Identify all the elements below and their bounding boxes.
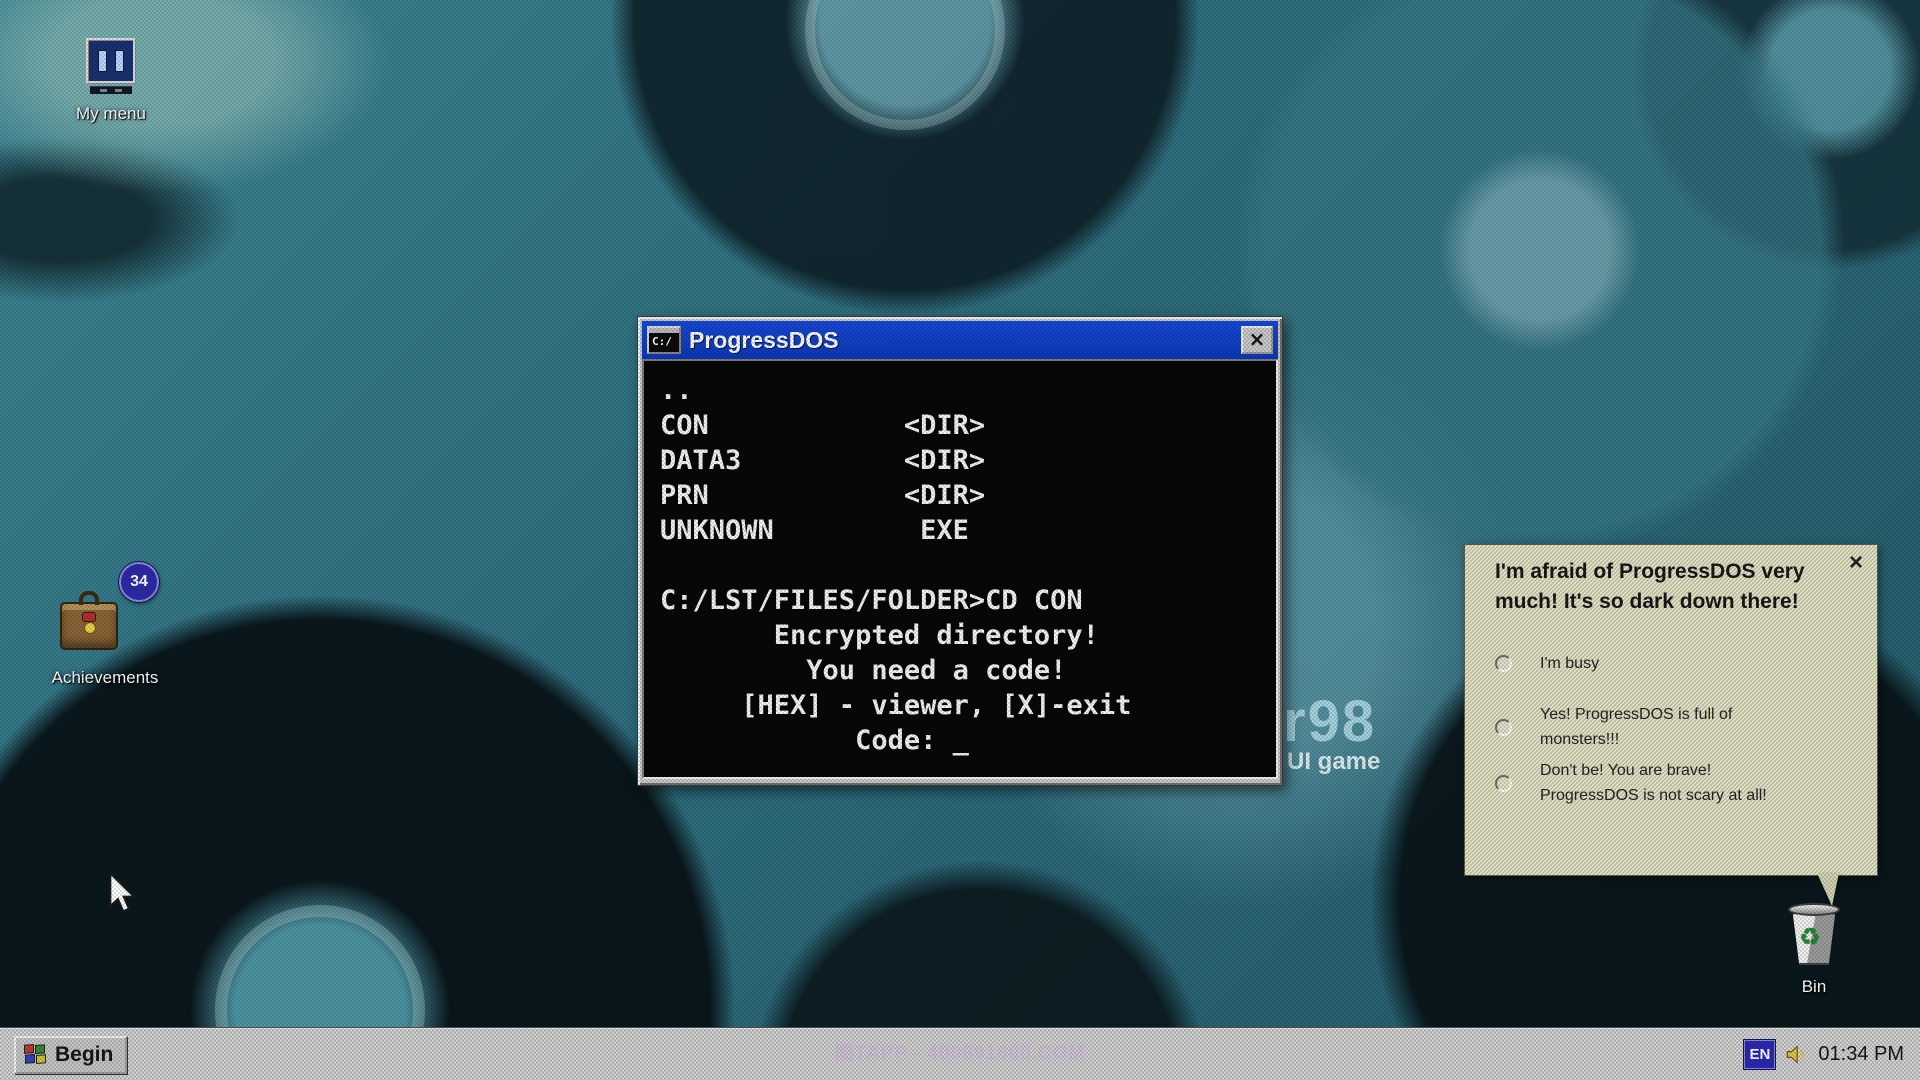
wallpaper-watermark-small: UI game bbox=[1287, 748, 1380, 776]
taskbar: Begin 图TAPP - 400891800.COM EN 01:34 PM bbox=[0, 1028, 1920, 1080]
recycle-icon: ♻ bbox=[1799, 923, 1821, 951]
radio-button[interactable] bbox=[1495, 655, 1512, 672]
cd-ring-decoration bbox=[805, 0, 1005, 130]
speaker-icon[interactable] bbox=[1785, 1045, 1808, 1064]
wallpaper-watermark-large: r98 bbox=[1283, 688, 1376, 755]
mouse-cursor bbox=[108, 872, 138, 919]
window-title: ProgressDOS bbox=[689, 327, 1233, 354]
desktop-icon-label: My menu bbox=[76, 104, 146, 124]
briefcase-icon bbox=[60, 602, 118, 650]
my-menu-icon-reflection bbox=[90, 86, 132, 94]
radio-button[interactable] bbox=[1495, 775, 1512, 792]
close-icon[interactable]: × bbox=[1849, 551, 1863, 575]
recycle-bin-icon: ♻ bbox=[1788, 903, 1840, 967]
progressdos-titlebar[interactable]: C:/ ProgressDOS × bbox=[642, 321, 1278, 359]
close-icon[interactable]: × bbox=[1241, 326, 1273, 354]
taskbar-watermark: 图TAPP - 400891800.COM bbox=[835, 1038, 1086, 1065]
desktop-icon-label: Achievements bbox=[52, 668, 159, 688]
dos-console-text: .. CON <DIR> DATA3 <DIR> PRN <DIR> UNKNO… bbox=[644, 361, 1276, 770]
desktop-icon-my-menu[interactable]: My menu bbox=[56, 38, 166, 124]
radio-label[interactable]: Don't be! You are brave! ProgressDOS is … bbox=[1540, 758, 1790, 808]
msdos-icon: C:/ bbox=[647, 326, 681, 354]
radio-button[interactable] bbox=[1495, 719, 1512, 736]
begin-button-label: Begin bbox=[55, 1043, 113, 1067]
tray-clock[interactable]: 01:34 PM bbox=[1818, 1043, 1904, 1066]
note-option-brave: Don't be! You are brave! ProgressDOS is … bbox=[1495, 758, 1857, 808]
language-indicator[interactable]: EN bbox=[1744, 1040, 1775, 1069]
screen: r98 UI game My menu 34 Achievements ♻ Bi… bbox=[0, 0, 1920, 1080]
radio-label[interactable]: Yes! ProgressDOS is full of monsters!!! bbox=[1540, 702, 1790, 752]
achievements-count-badge: 34 bbox=[119, 562, 159, 602]
note-option-busy: I'm busy bbox=[1495, 651, 1857, 676]
bin-speech-note: I'm afraid of ProgressDOS very much! It'… bbox=[1464, 544, 1878, 876]
progressdos-window: C:/ ProgressDOS × .. CON <DIR> DATA3 <DI… bbox=[637, 316, 1283, 786]
my-menu-icon bbox=[86, 38, 136, 84]
begin-flag-icon bbox=[24, 1043, 47, 1066]
desktop-icon-bin[interactable]: ♻ Bin bbox=[1766, 903, 1862, 997]
desktop-icon-label: Bin bbox=[1802, 977, 1827, 997]
radio-label[interactable]: I'm busy bbox=[1540, 651, 1790, 676]
note-message: I'm afraid of ProgressDOS very much! It'… bbox=[1495, 557, 1825, 617]
begin-start-button[interactable]: Begin bbox=[14, 1036, 127, 1074]
system-tray: EN 01:34 PM bbox=[1744, 1040, 1904, 1069]
desktop-icon-achievements[interactable]: 34 Achievements bbox=[28, 562, 182, 688]
dos-console[interactable]: .. CON <DIR> DATA3 <DIR> PRN <DIR> UNKNO… bbox=[642, 359, 1278, 779]
speech-bubble-tail bbox=[1817, 873, 1839, 906]
note-option-monsters: Yes! ProgressDOS is full of monsters!!! bbox=[1495, 702, 1857, 752]
note-options: I'm busy Yes! ProgressDOS is full of mon… bbox=[1495, 651, 1857, 808]
